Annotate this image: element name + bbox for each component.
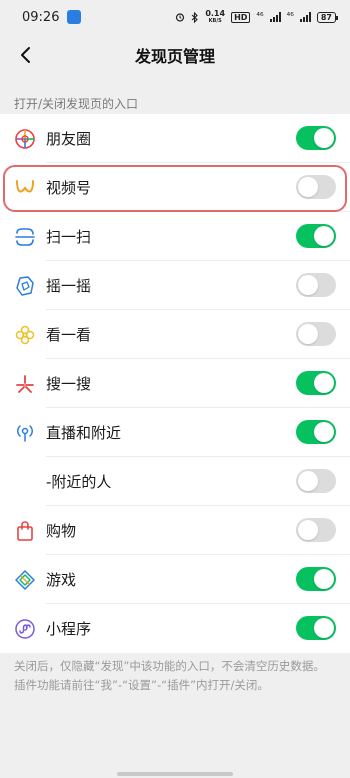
toggle-switch[interactable] [296, 224, 336, 248]
toggle-switch[interactable] [296, 322, 336, 346]
list-item-label: 摇一摇 [46, 277, 92, 295]
live-nearby-icon [17, 425, 33, 442]
list-item-label: 游戏 [46, 571, 77, 589]
toggle-knob [298, 177, 318, 197]
search-icon [16, 375, 34, 393]
top-stories-icon [15, 325, 35, 345]
list-item-live-nearby: 直播和附近 [0, 408, 350, 457]
status-time: 09:26 [22, 9, 60, 25]
toggle-knob [298, 520, 318, 540]
nav-bar: 发现页管理 [0, 34, 350, 76]
back-button[interactable] [8, 38, 42, 72]
toggle-switch[interactable] [296, 469, 336, 493]
net-speed: 0.14 KB/S [205, 9, 226, 25]
signal-2-label: ⁴⁶ [286, 12, 294, 22]
list-item-scan: 扫一扫 [0, 212, 350, 261]
signal-1-label: ⁴⁶ [256, 12, 264, 22]
list-item-search: 搜一搜 [0, 359, 350, 408]
list-item-games: 游戏 [0, 555, 350, 604]
list-item-label: 视频号 [46, 179, 92, 197]
toggle-knob [314, 422, 334, 442]
list-item-channels: 视频号 [0, 163, 350, 212]
toggle-switch[interactable] [296, 567, 336, 591]
discover-entry-list: 朋友圈 视频号 扫一扫 摇一摇 看一看 搜一搜 直播和附近 -附近的人 购物 游… [0, 114, 350, 653]
home-indicator [117, 772, 233, 776]
toggle-switch[interactable] [296, 126, 336, 150]
status-left: 09:26 [22, 9, 82, 25]
app-notification-icon [67, 10, 82, 24]
alarm-icon [176, 13, 185, 22]
shake-icon [16, 276, 34, 296]
page-title: 发现页管理 [134, 47, 215, 66]
status-right: 0.14 KB/S HD ⁴⁶ ⁴⁶ 87 [175, 9, 339, 25]
list-item-top-stories: 看一看 [0, 310, 350, 359]
bluetooth-icon [191, 11, 199, 23]
list-item-label: 看一看 [46, 326, 92, 344]
list-item-label: 直播和附近 [46, 424, 122, 442]
net-speed-unit: KB/S [208, 18, 222, 24]
signal-1-icon [269, 12, 281, 22]
net-speed-value: 0.14 [205, 9, 226, 18]
toggle-switch[interactable] [296, 616, 336, 640]
toggle-switch[interactable] [296, 420, 336, 444]
toggle-knob [298, 324, 318, 344]
toggle-knob [314, 226, 334, 246]
list-item-label: 购物 [46, 522, 77, 540]
list-item-shake: 摇一摇 [0, 261, 350, 310]
toggle-knob [314, 618, 334, 638]
toggle-knob [298, 275, 318, 295]
games-icon [15, 570, 35, 590]
list-item-label: 小程序 [46, 620, 92, 638]
list-item-label: 扫一扫 [46, 228, 92, 246]
footer-note: 关闭后，仅隐藏“发现”中该功能的入口，不会清空历史数据。插件功能请前往“我”-“… [14, 659, 325, 692]
toggle-switch[interactable] [296, 175, 336, 199]
toggle-switch[interactable] [296, 518, 336, 542]
status-bar: 09:26 0.14 KB/S HD ⁴⁶ ⁴⁶ 87 [0, 0, 350, 34]
list-item-label: 搜一搜 [46, 375, 92, 393]
toggle-knob [314, 128, 334, 148]
toggle-knob [314, 569, 334, 589]
section-label: 打开/关闭发现页的入口 [14, 97, 139, 111]
toggle-knob [298, 471, 318, 491]
toggle-knob [314, 373, 334, 393]
list-item-people-nearby: -附近的人 [0, 457, 350, 506]
shopping-icon [17, 521, 33, 541]
battery-indicator: 87 [316, 11, 339, 23]
moments-icon [15, 129, 35, 149]
mini-programs-icon [15, 619, 35, 639]
list-item-label: 朋友圈 [46, 130, 92, 148]
hd-badge: HD [231, 11, 251, 23]
list-item-mini-programs: 小程序 [0, 604, 350, 653]
scan-icon [15, 228, 35, 246]
channels-icon [16, 180, 34, 193]
chevron-left-icon [21, 47, 30, 63]
signal-2-icon [299, 12, 311, 22]
toggle-switch[interactable] [296, 273, 336, 297]
toggle-switch[interactable] [296, 371, 336, 395]
list-item-shopping: 购物 [0, 506, 350, 555]
list-item-moments: 朋友圈 [0, 114, 350, 163]
list-item-label: -附近的人 [46, 473, 112, 491]
